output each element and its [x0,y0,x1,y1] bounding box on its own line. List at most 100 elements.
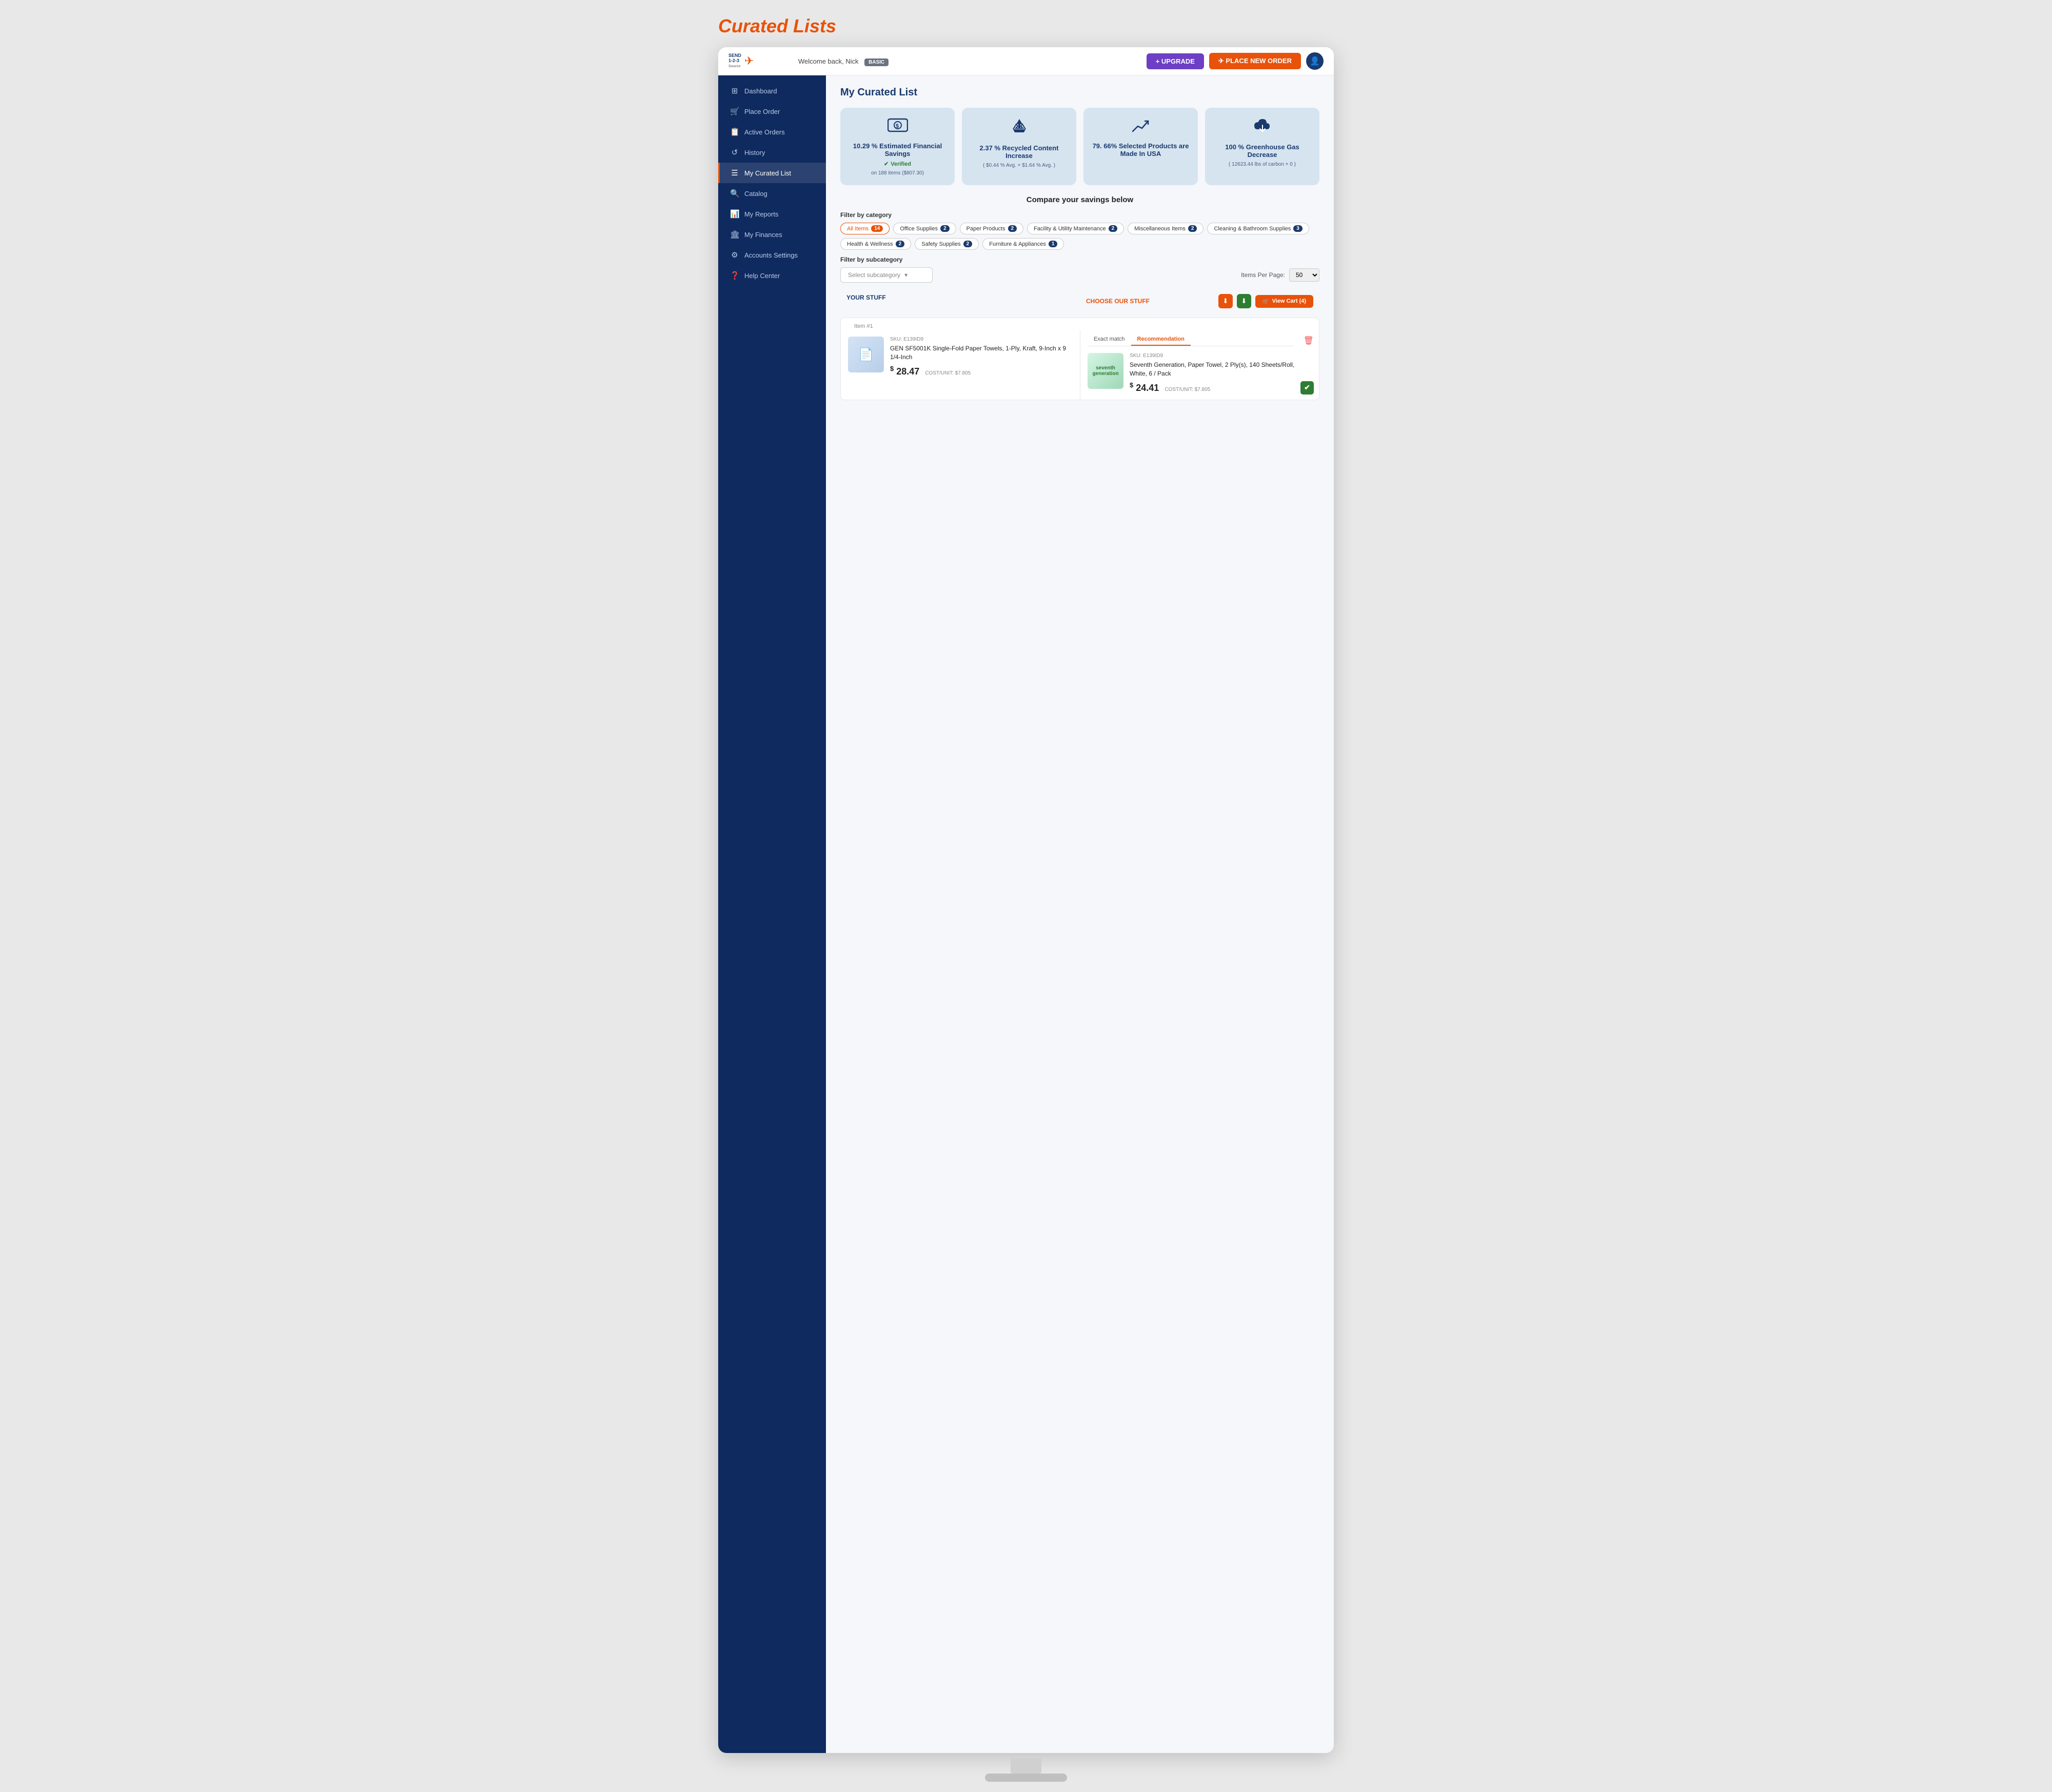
your-product-info: SKU: E139ID9 GEN SF5001K Single-Fold Pap… [890,337,1073,377]
recycle-icon [1010,117,1029,139]
item-number: Item #1 [848,320,879,329]
your-stuff-header: YOUR STUFF [840,290,1080,312]
product-row: Item #1 📄 SKU: E139ID9 GEN SF5001K Singl… [840,318,1319,400]
filter-tag-paper-products[interactable]: Paper Products 2 [960,223,1023,234]
stats-grid: $ 10.29 % Estimated Financial Savings Ve… [840,108,1319,185]
our-product-image: seventh generation [1088,353,1123,389]
logo-plane-icon: ✈ [744,54,754,68]
made-in-usa-value: 79. 66% Selected Products are Made In US… [1091,142,1191,157]
header-actions: + UPGRADE ✈ PLACE NEW ORDER 👤 [1147,52,1324,70]
filter-tag-facility[interactable]: Facility & Utility Maintenance 2 [1027,223,1124,234]
cart-icon-small: 🛒 [1262,298,1270,305]
your-product-pricing: $ 28.47 COST/UNIT: $7.805 [890,365,1073,377]
stat-card-made-in-usa: 79. 66% Selected Products are Made In US… [1083,108,1198,185]
stand-base [985,1774,1067,1782]
filter-by-subcategory-section: Filter by subcategory Select subcategory… [840,256,1319,283]
category-filter-tags: All Items 14 Office Supplies 2 Paper Pro… [840,223,1319,250]
filter-by-category-section: Filter by category All Items 14 Office S… [840,211,1319,250]
stand-neck [1011,1758,1041,1774]
our-product-sku: SKU: E139ID9 [1130,353,1312,359]
items-per-page-select[interactable]: 50 25 100 [1289,268,1319,282]
your-product-name: GEN SF5001K Single-Fold Paper Towels, 1-… [890,344,1073,362]
stat-card-greenhouse: 100 % Greenhouse Gas Decrease ( 12623.44… [1205,108,1319,185]
svg-text:$: $ [896,123,899,129]
sidebar-item-active-orders[interactable]: 📋 Active Orders [718,122,826,142]
upgrade-button[interactable]: + UPGRADE [1147,53,1204,69]
sidebar-item-history[interactable]: ↺ History [718,142,826,163]
download-orange-button[interactable]: ⬇ [1218,294,1233,308]
add-to-cart-button[interactable]: ✔ [1300,381,1314,395]
recycled-content-sub: ( $0.44 % Avg. + $1.64 % Avg. ) [983,163,1055,168]
sidebar-item-my-reports[interactable]: 📊 My Reports [718,204,826,224]
chevron-down-icon: ▾ [904,271,907,279]
verified-badge: Verified [884,161,911,167]
filter-tag-all-items[interactable]: All Items 14 [840,223,890,234]
our-product-price: $ 24.41 [1130,383,1161,393]
logo-area: SEND1-2-3Source ✈ [728,53,790,69]
subcategory-select[interactable]: Select subcategory ▾ [840,267,933,283]
table-header: YOUR STUFF CHOOSE OUR STUFF ⬇ ⬇ 🛒 View C… [840,290,1319,312]
filter-category-label: Filter by category [840,211,1319,219]
download-cloud-icon [1252,117,1273,138]
tab-exact-match[interactable]: Exact match [1088,333,1131,346]
sidebar-item-accounts-settings[interactable]: ⚙ Accounts Settings [718,245,826,265]
filter-tag-safety-supplies[interactable]: Safety Supplies 2 [915,238,979,250]
choose-stuff-actions: ⬇ ⬇ 🛒 View Cart (4) [1218,294,1313,308]
sidebar-item-my-finances[interactable]: 🏛 My Finances [718,224,826,245]
content-title: My Curated List [840,87,1319,99]
our-stuff-product-col: Exact match Recommendation 🗑 seventh gen… [1080,330,1319,400]
your-product-cost-unit: COST/UNIT: $7.805 [925,370,971,376]
delete-product-button[interactable]: 🗑 [1304,336,1314,346]
orders-icon: 📋 [730,127,739,136]
choose-stuff-header: CHOOSE OUR STUFF ⬇ ⬇ 🛒 View Cart (4) [1080,290,1319,312]
subcategory-row: Select subcategory ▾ Items Per Page: 50 … [840,267,1319,283]
sidebar-item-dashboard[interactable]: ⊞ Dashboard [718,81,826,101]
filter-tag-office-supplies[interactable]: Office Supplies 2 [893,223,956,234]
download-green-button[interactable]: ⬇ [1237,294,1251,308]
history-icon: ↺ [730,148,739,157]
sidebar-item-help-center[interactable]: ❓ Help Center [718,265,826,286]
dashboard-icon: ⊞ [730,86,739,95]
app-header: SEND1-2-3Source ✈ Welcome back, Nick BAS… [718,47,1334,75]
sidebar-item-catalog[interactable]: 🔍 Catalog [718,183,826,204]
money-icon: $ [887,117,908,137]
tab-recommendation[interactable]: Recommendation [1131,333,1191,346]
filter-tag-misc[interactable]: Miscellaneous Items 2 [1128,223,1203,234]
greenhouse-sub: ( 12623.44 lbs of carbon + 0 ) [1229,162,1296,167]
filter-subcategory-label: Filter by subcategory [840,256,1319,263]
our-product-name: Seventh Generation, Paper Towel, 2 Ply(s… [1130,361,1312,378]
view-cart-button[interactable]: 🛒 View Cart (4) [1255,295,1313,308]
welcome-message: Welcome back, Nick BASIC [798,57,1138,65]
user-avatar[interactable]: 👤 [1306,52,1324,70]
help-icon: ❓ [730,271,739,280]
finances-icon: 🏛 [730,230,739,239]
your-product-image: 📄 [848,337,884,372]
recycled-content-value: 2.37 % Recycled Content Increase [969,144,1069,160]
your-product-sku: SKU: E139ID9 [890,337,1073,342]
reports-icon: 📊 [730,209,739,219]
logo-text: SEND1-2-3Source [728,53,741,69]
stat-card-recycled-content: 2.37 % Recycled Content Increase ( $0.44… [962,108,1076,185]
cart-icon: 🛒 [730,107,739,116]
our-product-cost-unit: COST/UNIT: $7.805 [1165,387,1210,392]
page-title-bar: Curated Lists [718,10,1334,47]
your-product-price: $ 28.47 [890,366,922,377]
monitor-stand [10,1753,2042,1782]
greenhouse-value: 100 % Greenhouse Gas Decrease [1212,143,1312,159]
sidebar-item-place-order[interactable]: 🛒 Place Order [718,101,826,122]
filter-tag-health-wellness[interactable]: Health & Wellness 2 [840,238,911,250]
compare-title: Compare your savings below [840,195,1319,204]
financial-savings-value: 10.29 % Estimated Financial Savings [847,142,948,157]
list-icon: ☰ [730,168,739,178]
sidebar-item-my-curated-list[interactable]: ☰ My Curated List [718,163,826,183]
stat-card-financial-savings: $ 10.29 % Estimated Financial Savings Ve… [840,108,955,185]
search-icon: 🔍 [730,189,739,198]
your-stuff-product-col: 📄 SKU: E139ID9 GEN SF5001K Single-Fold P… [841,330,1080,400]
product-tabs: Exact match Recommendation [1088,333,1293,346]
filter-tag-furniture[interactable]: Furniture & Appliances 1 [982,238,1064,250]
settings-icon: ⚙ [730,250,739,260]
financial-savings-sub: on 188 items ($807.30) [871,170,924,176]
filter-tag-cleaning[interactable]: Cleaning & Bathroom Supplies 3 [1207,223,1309,234]
our-product-info: SKU: E139ID9 Seventh Generation, Paper T… [1130,353,1312,393]
place-order-button[interactable]: ✈ PLACE NEW ORDER [1209,53,1301,69]
